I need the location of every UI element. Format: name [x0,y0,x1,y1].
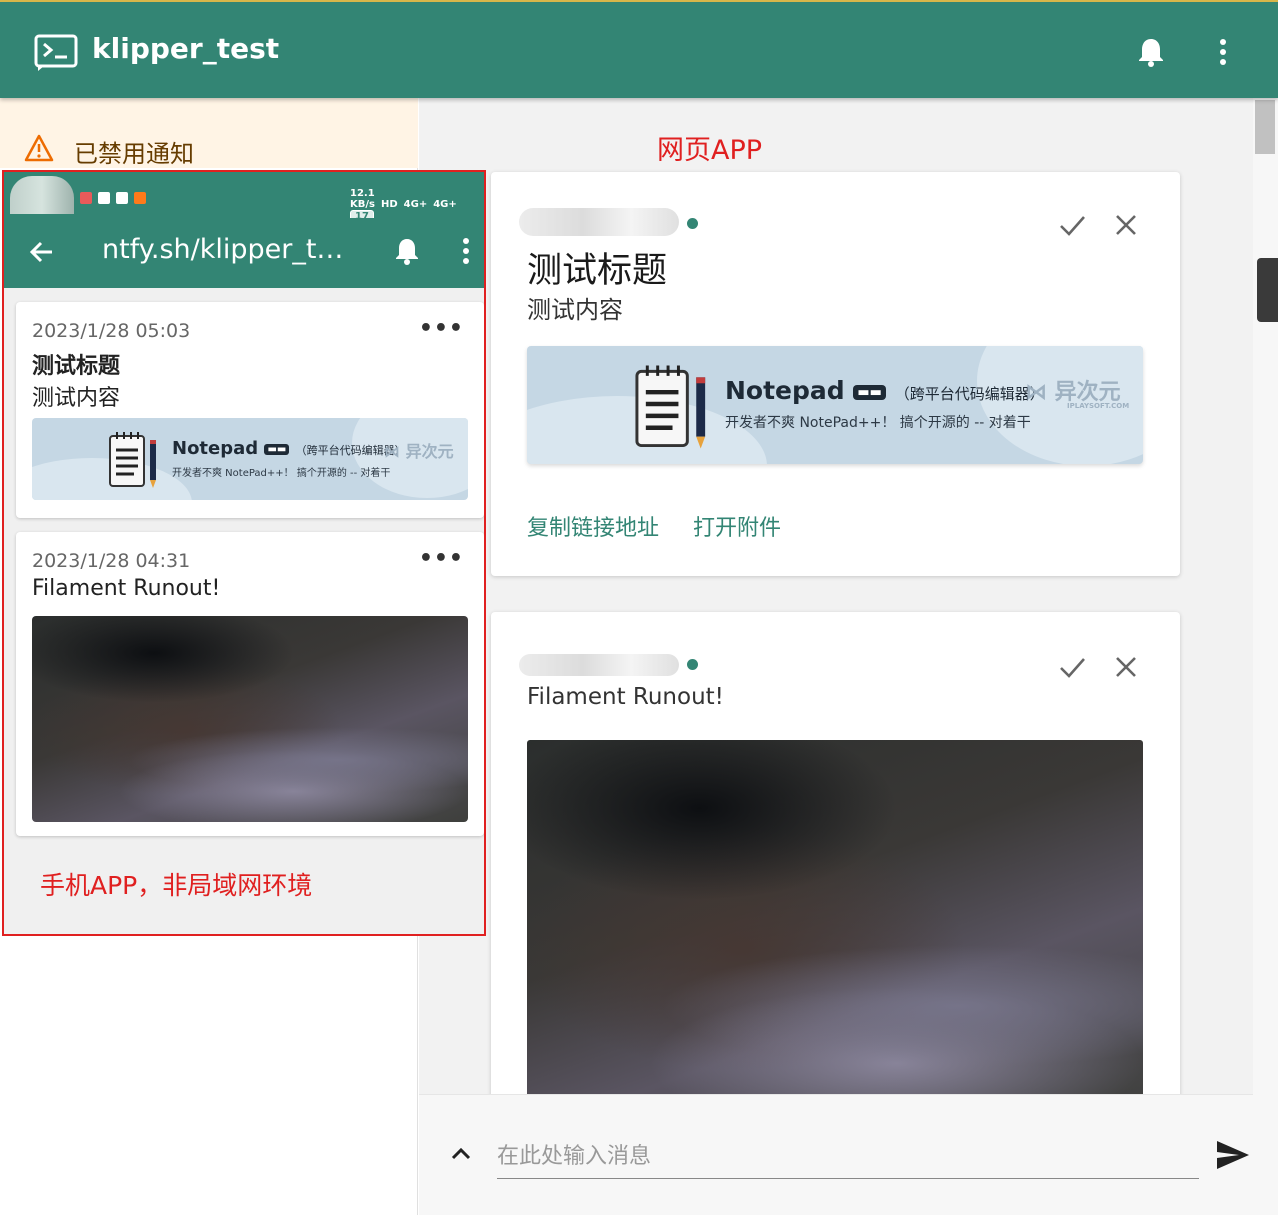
notification-body: 测试内容 [32,386,121,411]
side-panel-handle[interactable] [1257,258,1278,322]
check-icon[interactable] [1057,652,1087,682]
phone-status-bar: 12.1 KB/s HD 4G+ 4G+ 17 [4,172,484,223]
page-title: klipper_test [92,32,280,65]
notification-disabled-alert[interactable]: 已禁用通知 [0,98,418,168]
phone-toolbar: ntfy.sh/klipper_t… [4,218,484,288]
message-composer [419,1094,1253,1215]
unread-dot [687,659,698,670]
notification-title: 测试标题 [527,251,668,291]
annotation-web-app: 网页APP [657,135,763,166]
watermark-logo-small: IPLAYSOFT.COM [1067,402,1130,410]
timestamp: 2023/1/28 04:31 [32,550,191,572]
watermark-logo: ⋈ 异次元 [384,442,454,461]
message-input[interactable] [497,1135,1199,1179]
banner-tagline: 开发者不爽 NotePad++！ 搞个开源的 -- 对着干 [725,415,1031,431]
phone-topic-title: ntfy.sh/klipper_t… [102,234,344,265]
more-vert-icon[interactable] [1208,36,1238,68]
sender-blur [519,208,679,236]
notice-text: 已禁用通知 [74,140,194,168]
chevron-up-icon[interactable] [449,1143,473,1163]
close-icon[interactable] [1111,652,1141,682]
notification-body: 测试内容 [527,296,623,324]
notification-icons [80,190,152,204]
unread-dot [687,218,698,229]
avatar-blur [10,176,74,214]
send-icon[interactable] [1215,1139,1251,1171]
notepad-icon [109,432,156,488]
more-vert-icon[interactable] [456,236,476,266]
arrow-back-icon[interactable] [28,238,56,266]
close-icon[interactable] [1111,210,1141,240]
banner-title: Notepad ▬▬ （跨平台代码编辑器） [172,438,406,459]
more-horiz-icon[interactable]: ••• [419,316,464,341]
attachment-image[interactable] [527,740,1143,1098]
banner-title: Notepad ▬▬ （跨平台代码编辑器） [725,376,1045,405]
bell-icon[interactable] [1136,36,1166,68]
notification-list: 网页APP 测试标题 测试内容 Notepad ▬▬ （跨平台代码编辑器） 开发… [419,98,1253,1098]
attachment-image[interactable] [32,616,468,822]
notification-title: 测试标题 [32,354,121,379]
timestamp: 2023/1/28 05:03 [32,320,191,342]
app-bar: klipper_test [0,0,1278,98]
notepad-icon [635,365,706,449]
notification-card: Filament Runout! [491,612,1180,1098]
banner-tagline: 开发者不爽 NotePad++！ 搞个开源的 -- 对着干 [172,468,391,479]
sender-blur [519,654,679,676]
copy-link-button[interactable]: 复制链接地址 [527,510,659,542]
check-icon[interactable] [1057,210,1087,240]
notification-body: Filament Runout! [527,684,724,710]
more-horiz-icon[interactable]: ••• [419,546,464,571]
terminal-icon [34,34,78,71]
attachment-image[interactable]: Notepad ▬▬ （跨平台代码编辑器） 开发者不爽 NotePad++！ 搞… [32,418,468,500]
notification-card: 测试标题 测试内容 Notepad ▬▬ （跨平台代码编辑器） 开发者不爽 No… [491,172,1180,576]
phone-screenshot: 12.1 KB/s HD 4G+ 4G+ 17 ntfy.sh/klipper_t… … [2,170,486,936]
annotation-phone-app: 手机APP，非局域网环境 [40,871,313,900]
scrollbar-thumb[interactable] [1255,100,1275,154]
phone-notification-card[interactable]: 2023/1/28 05:03 ••• 测试标题 测试内容 Notepad ▬▬… [16,302,484,518]
attachment-image[interactable]: Notepad ▬▬ （跨平台代码编辑器） 开发者不爽 NotePad++！ 搞… [527,346,1143,464]
warning-icon [24,134,54,162]
open-attachment-button[interactable]: 打开附件 [693,510,781,542]
phone-notification-card[interactable]: 2023/1/28 04:31 ••• Filament Runout! [16,532,484,836]
notification-body: Filament Runout! [32,576,221,601]
bell-icon[interactable] [394,236,420,266]
